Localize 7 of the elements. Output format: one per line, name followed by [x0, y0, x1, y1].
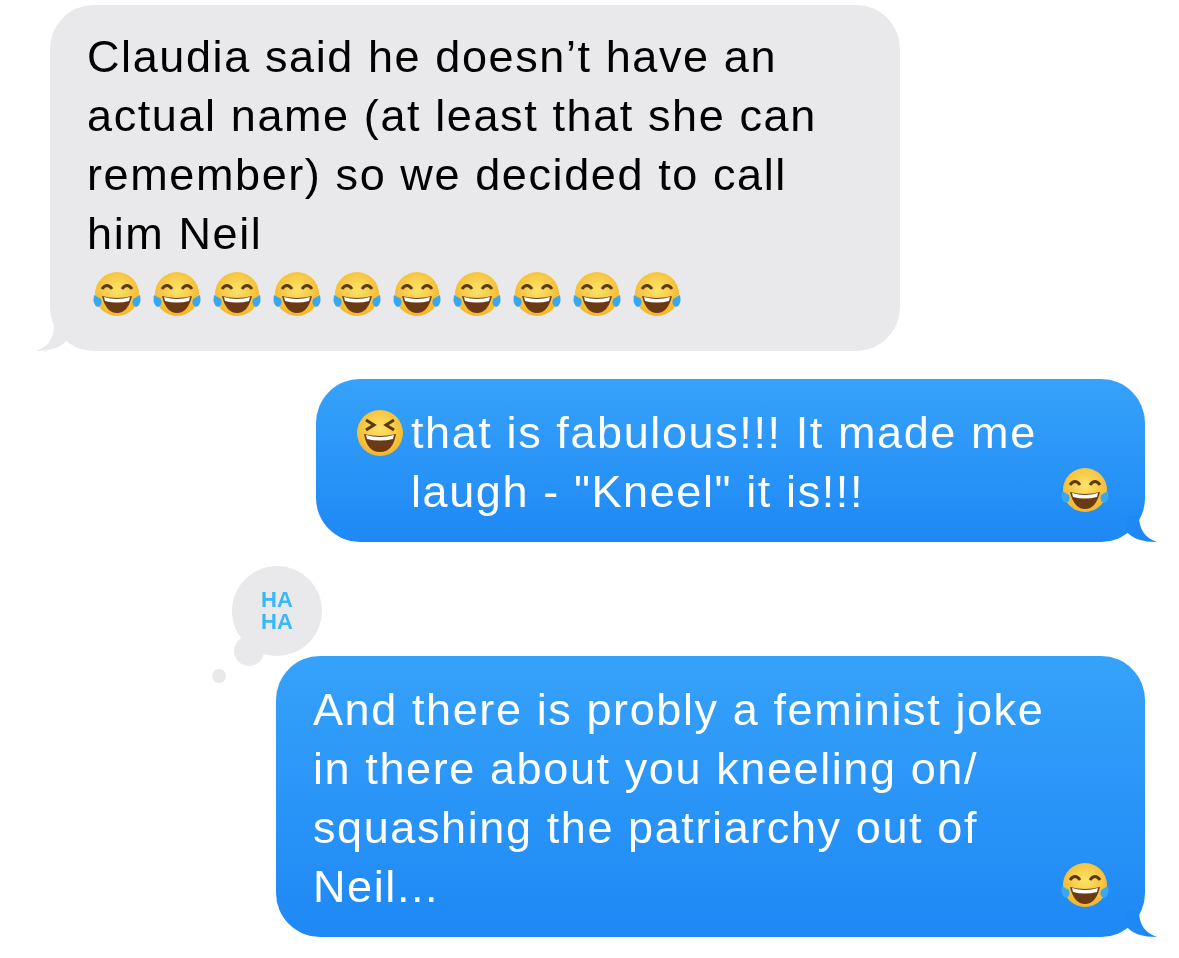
message-text: And there is probly a feminist joke in there about you kneeling on/ squashing the patriarchy out of Neil...: [313, 683, 1046, 915]
message-tail: [1127, 516, 1157, 543]
message-tail: [1127, 911, 1157, 938]
message-text: that is fabulous!!! It made me laugh - "Kneel" it is!!!: [411, 406, 1038, 520]
message-text: Claudia said he doesn’t have an actual name (at least that she can remember) so we decided to call him Neil: [87, 30, 818, 261]
tapback-text: HA HA: [260, 589, 294, 634]
tapback-bubble[interactable]: HA HA: [232, 566, 322, 657]
